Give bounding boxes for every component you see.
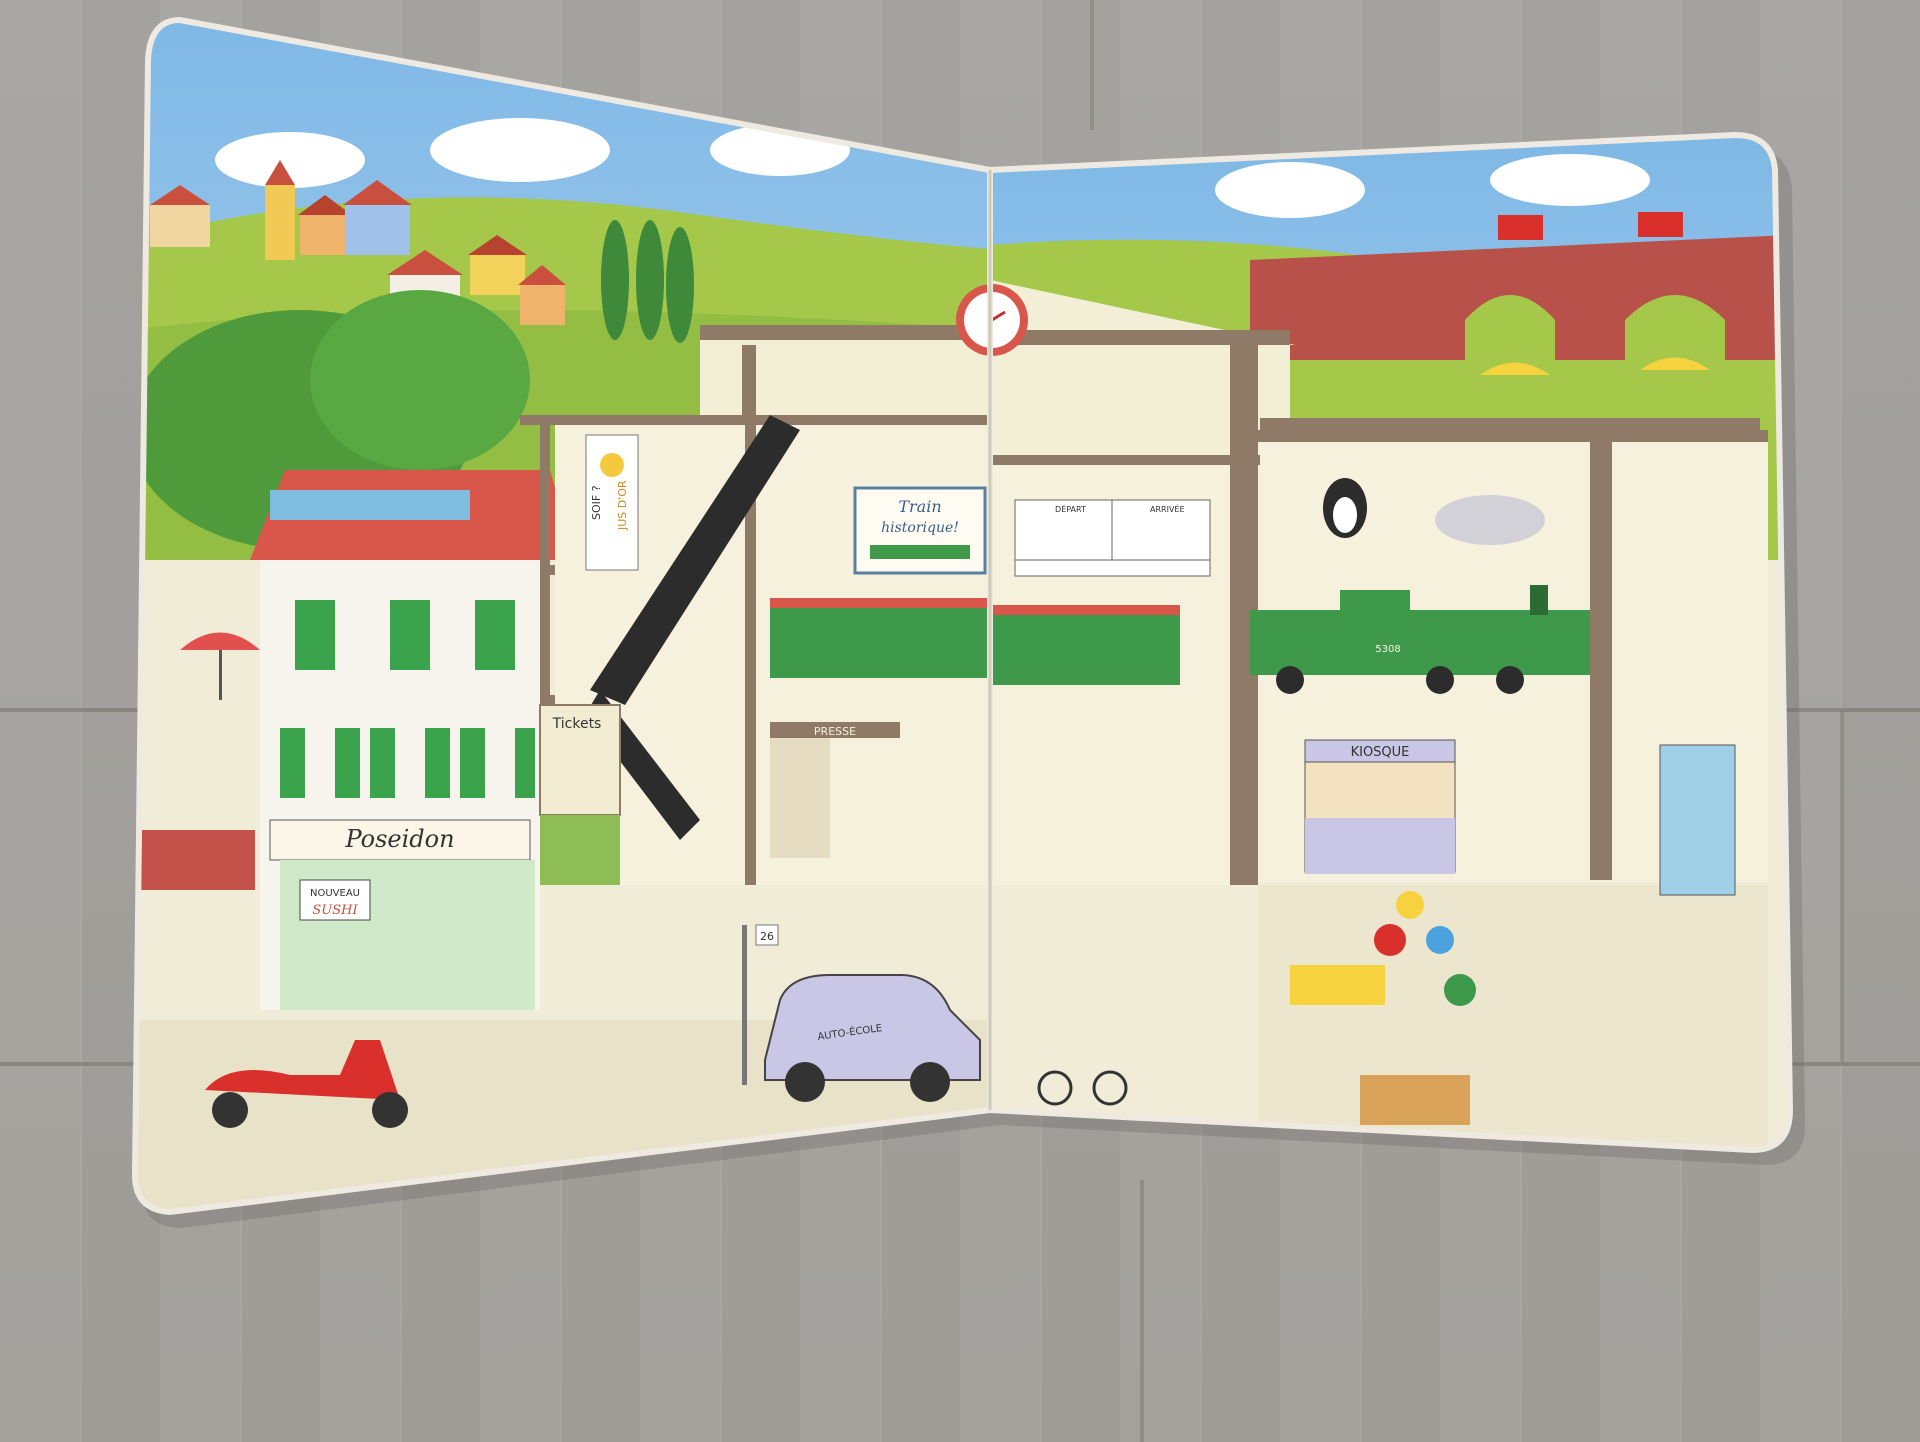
bus-stop-number: 26 (760, 930, 774, 943)
poplar-tree (601, 220, 629, 340)
banner-line2: JUS D'OR (616, 480, 629, 531)
juice-banner: SOIF ? JUS D'OR (585, 434, 639, 571)
red-van (1638, 212, 1683, 237)
banner-line1: SOIF ? (590, 485, 603, 520)
ticket-machine (1659, 744, 1736, 896)
sushi-board: NOUVEAU SUSHI (299, 879, 371, 921)
fire-truck (1498, 215, 1543, 240)
arrivals-header: ARRIVÉE (1150, 503, 1185, 514)
cafe-terrace-floor (1260, 418, 1760, 430)
poplar-tree (666, 227, 694, 343)
train-carriage (770, 598, 990, 678)
bus-stop-pole (742, 925, 747, 1085)
cloud (1215, 162, 1365, 218)
departures-header: DÉPART (1055, 503, 1086, 514)
train-poster: Train historique! (853, 486, 987, 575)
kiosque-sign: KIOSQUE (1351, 745, 1410, 760)
open-picture-book: Poseidon NOUVEAU SUSHI SOIF ? JUS D'OR T… (131, 16, 1805, 1228)
left-page: Poseidon NOUVEAU SUSHI SOIF ? JUS D'OR T… (135, 20, 990, 1212)
umbrella-pole (219, 650, 222, 700)
locomotive-number: 5308 (1375, 644, 1400, 655)
presse-sign: PRESSE (814, 725, 856, 738)
poseidon-building (250, 470, 575, 1010)
ticket-booth: Tickets (539, 704, 621, 885)
cloud (1490, 154, 1650, 206)
carriage-roof (770, 598, 990, 608)
tickets-sign: Tickets (552, 716, 602, 732)
sushi-board-line2: SUSHI (312, 903, 358, 918)
carriage-roof (990, 605, 1180, 615)
train-poster-line1: Train (898, 497, 941, 516)
kiosk: KIOSQUE (1304, 739, 1456, 874)
big-tree (310, 290, 530, 470)
train-poster-line2: historique! (881, 520, 959, 536)
right-page: DÉPART ARRIVÉE 5308 KIOSQUE (990, 135, 1790, 1150)
brick-wall (135, 830, 255, 890)
cloud (430, 118, 610, 182)
departures-board: DÉPART ARRIVÉE (1014, 499, 1211, 577)
train-carriage (990, 605, 1180, 685)
hotel-sign: Poseidon (344, 825, 454, 853)
sushi-board-line1: NOUVEAU (310, 888, 360, 899)
poplar-tree (636, 220, 664, 340)
penguin-belly (1333, 497, 1357, 533)
